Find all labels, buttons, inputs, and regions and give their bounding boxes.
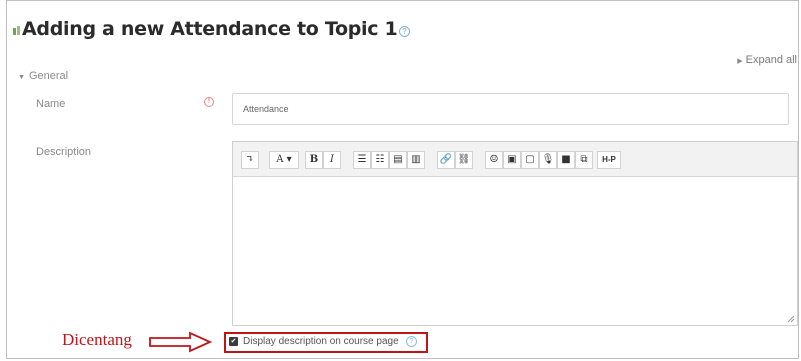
attendance-module-icon bbox=[13, 26, 20, 35]
annotation-arrow-icon bbox=[149, 331, 213, 353]
image-button[interactable]: ▣ bbox=[503, 151, 521, 169]
section-label: General bbox=[28, 70, 69, 82]
ordered-list-button[interactable]: ☷ bbox=[371, 151, 389, 169]
link-button[interactable]: 🔗 bbox=[437, 151, 455, 169]
page-title: Adding a new Attendance to Topic 1 bbox=[22, 18, 398, 40]
help-icon[interactable]: ? bbox=[406, 336, 417, 347]
help-icon[interactable]: ? bbox=[399, 26, 410, 37]
record-video-button[interactable]: ■ bbox=[557, 151, 575, 169]
section-header-general[interactable]: ▼ General bbox=[18, 70, 68, 82]
chevron-down-icon: ▼ bbox=[18, 74, 25, 81]
name-input[interactable]: Attendance bbox=[232, 93, 789, 125]
indent-button[interactable]: ▤ bbox=[389, 151, 407, 169]
required-icon: ! bbox=[204, 97, 214, 107]
description-label: Description bbox=[36, 146, 92, 158]
resize-handle-icon[interactable] bbox=[787, 315, 795, 323]
annotation-text: Dicentang bbox=[62, 330, 132, 349]
description-editor[interactable]: ↴ A ▾ B I ☰ ☷ ▤ ▥ 🔗 ⛓ ☺ ▣ ▢ 🎙 ■ ⧉ H-P bbox=[232, 141, 798, 326]
italic-button[interactable]: I bbox=[323, 151, 341, 169]
display-description-label[interactable]: Display description on course page bbox=[243, 336, 399, 347]
display-description-checkbox[interactable]: ✔ bbox=[229, 337, 238, 346]
expand-triangle-icon: ▶ bbox=[737, 58, 743, 65]
name-label: Name bbox=[36, 98, 66, 110]
expand-all-link[interactable]: ▶ Expand all bbox=[737, 54, 797, 66]
manage-files-button[interactable]: ⧉ bbox=[575, 151, 593, 169]
unlink-button[interactable]: ⛓ bbox=[455, 151, 473, 169]
record-audio-button[interactable]: 🎙 bbox=[539, 151, 557, 169]
font-style-button[interactable]: A ▾ bbox=[269, 151, 299, 169]
h5p-button[interactable]: H-P bbox=[597, 151, 621, 169]
media-button[interactable]: ▢ bbox=[521, 151, 539, 169]
unordered-list-button[interactable]: ☰ bbox=[353, 151, 371, 169]
editor-toolbar: ↴ A ▾ B I ☰ ☷ ▤ ▥ 🔗 ⛓ ☺ ▣ ▢ 🎙 ■ ⧉ H-P bbox=[233, 142, 797, 177]
bold-button[interactable]: B bbox=[305, 151, 323, 169]
emoticon-button[interactable]: ☺ bbox=[485, 151, 503, 169]
collapse-toolbar-button[interactable]: ↴ bbox=[241, 151, 259, 169]
expand-all-label: Expand all bbox=[745, 54, 797, 66]
outdent-button[interactable]: ▥ bbox=[407, 151, 425, 169]
